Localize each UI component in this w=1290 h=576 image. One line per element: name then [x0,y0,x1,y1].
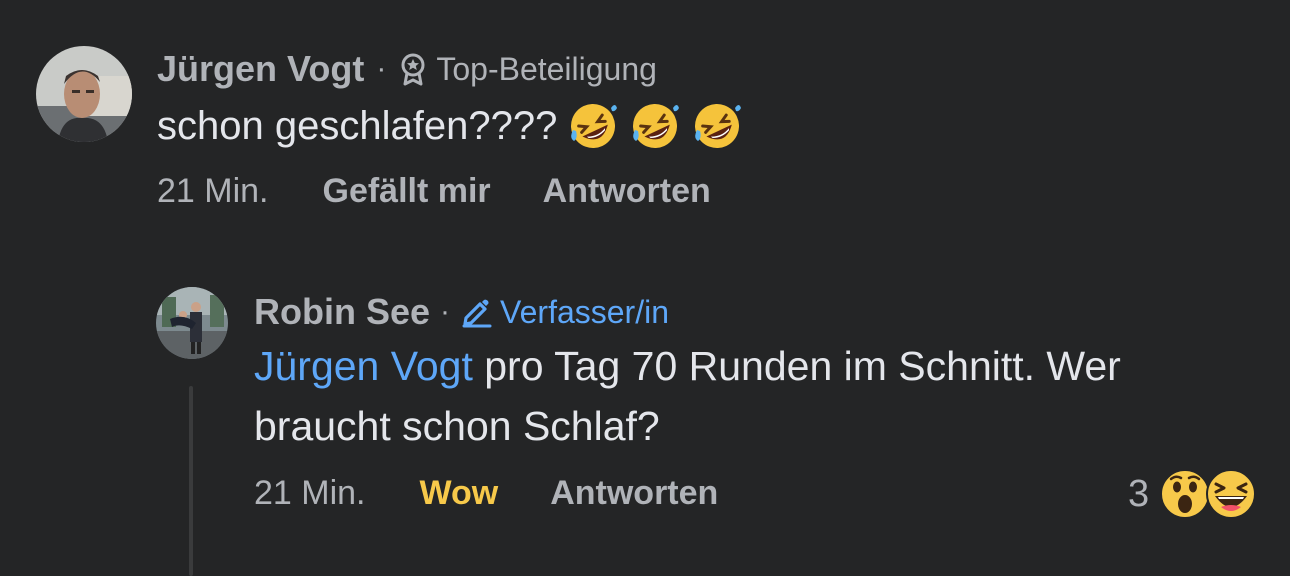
haha-emoji [1205,468,1257,520]
separator-dot: · [376,52,387,85]
wow-emoji [1159,468,1211,520]
reply-body: Jürgen Vogt pro Tag 70 Runden im Schnitt… [254,336,1264,456]
comment-header: Jürgen Vogt · Top-Beteiligung [157,46,657,92]
wow-reaction-button[interactable]: Wow [420,474,499,513]
mention-link[interactable]: Jürgen Vogt [254,343,473,389]
author-badge-label: Verfasser/in [500,293,669,330]
reaction-summary[interactable]: 3 [1128,466,1257,522]
avatar-juergen-vogt[interactable] [36,46,132,142]
timestamp[interactable]: 21 Min. [157,172,269,211]
reaction-count: 3 [1128,472,1150,515]
avatar-robin-see[interactable] [156,287,228,359]
reply-header: Robin See · Verfasser/in [254,289,669,335]
comment-text: schon geschlafen???? [157,103,558,148]
pencil-icon [460,296,492,328]
reply-button[interactable]: Antworten [550,474,718,513]
rolling-on-floor-laughing-emoji [567,100,619,152]
like-button[interactable]: Gefällt mir [323,172,491,211]
rolling-on-floor-laughing-emoji [629,100,681,152]
reply-actions: 21 Min. Wow Antworten [254,474,718,513]
author-name[interactable]: Jürgen Vogt [157,48,364,90]
reply-button[interactable]: Antworten [543,172,711,211]
author-name[interactable]: Robin See [254,291,430,333]
rolling-on-floor-laughing-emoji [691,100,743,152]
separator-dot: · [440,295,451,328]
timestamp[interactable]: 21 Min. [254,474,366,513]
badge-label: Top-Beteiligung [436,50,657,87]
comment-actions: 21 Min. Gefällt mir Antworten [157,172,711,211]
top-contributor-badge-icon [398,52,428,86]
comment-body: schon geschlafen???? [157,100,743,152]
thread-line [189,386,193,576]
